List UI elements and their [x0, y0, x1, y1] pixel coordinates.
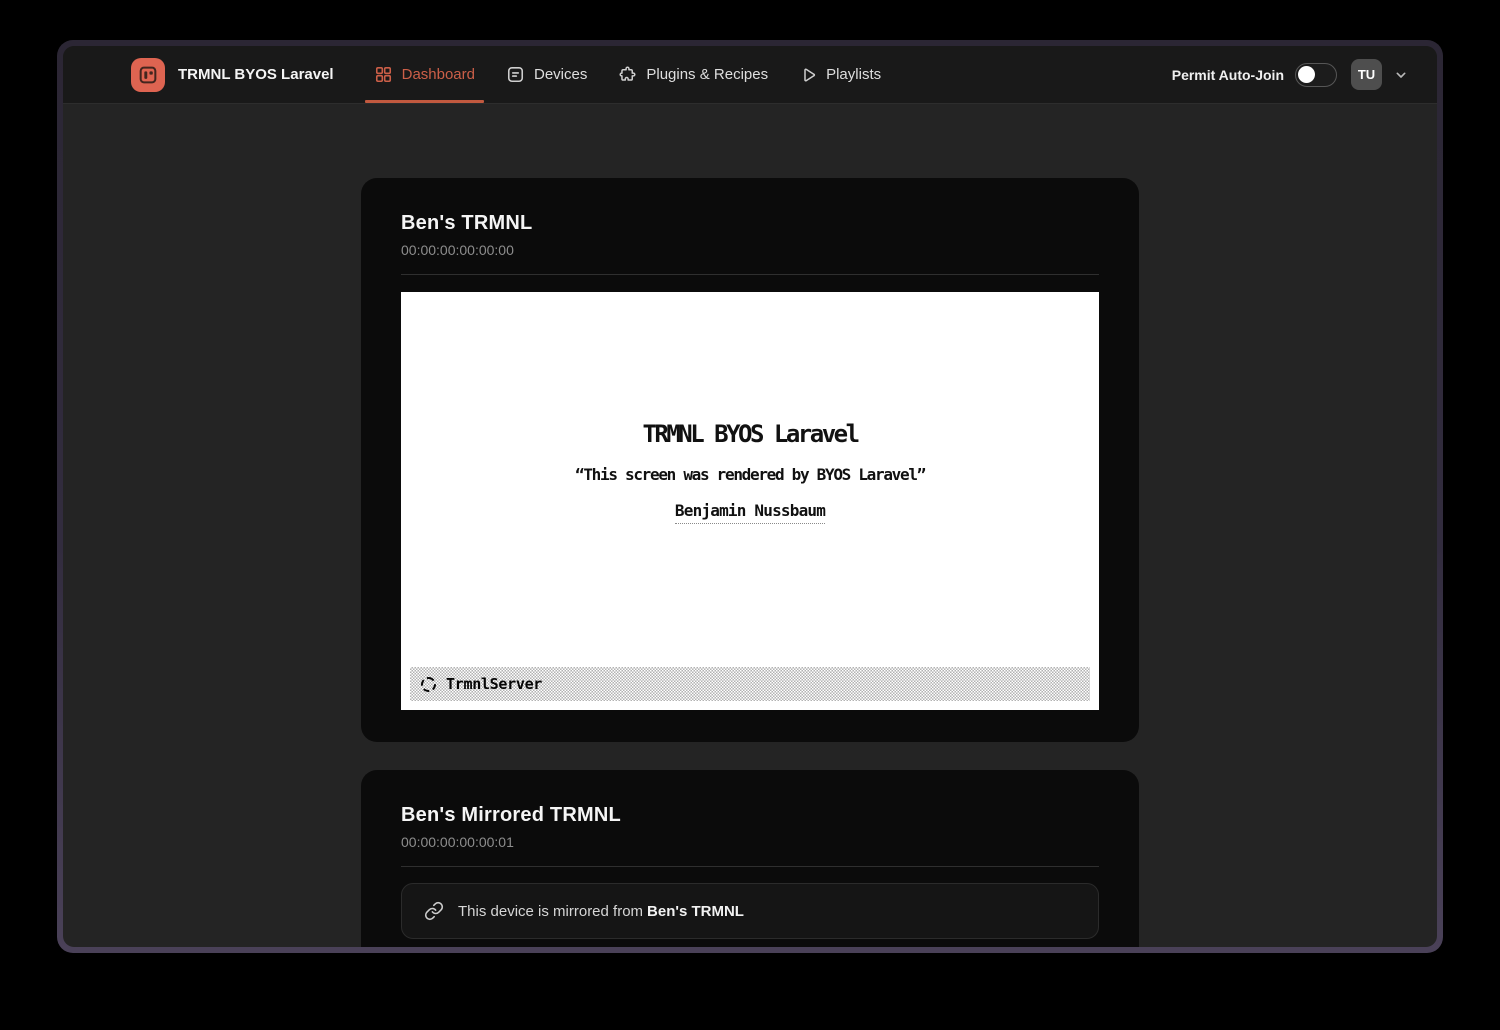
nav-item-plugins-recipes[interactable]: Plugins & Recipes — [616, 46, 770, 103]
link-icon — [424, 901, 444, 921]
app-title: TRMNL BYOS Laravel — [178, 66, 334, 83]
nav-item-dashboard[interactable]: Dashboard — [372, 46, 477, 103]
spinner-icon — [421, 677, 436, 692]
nav-item-label: Devices — [534, 66, 587, 83]
device-card-bens-trmnl: Ben's TRMNL 00:00:00:00:00:00 TRMNL BYOS… — [361, 178, 1139, 742]
grid-icon — [374, 65, 393, 84]
screen-status-label: TrmnlServer — [446, 675, 542, 693]
nav-item-devices[interactable]: Devices — [504, 46, 589, 103]
device-card-bens-mirrored-trmnl: Ben's Mirrored TRMNL 00:00:00:00:00:01 T… — [361, 770, 1139, 947]
device-screen-preview: TRMNL BYOS Laravel “This screen was rend… — [401, 292, 1099, 710]
permit-autojoin-label: Permit Auto-Join — [1172, 67, 1284, 83]
screen-status-bar: TrmnlServer — [410, 667, 1090, 701]
top-navbar: TRMNL BYOS Laravel Dashboard — [63, 46, 1437, 104]
device-name: Ben's TRMNL — [401, 212, 1099, 235]
device-mac-address: 00:00:00:00:00:00 — [401, 242, 1099, 258]
chevron-down-icon — [1393, 67, 1409, 83]
user-menu-button[interactable] — [1393, 67, 1409, 83]
permit-autojoin-toggle[interactable] — [1295, 63, 1337, 87]
device-mac-address: 00:00:00:00:00:01 — [401, 834, 1099, 850]
divider — [401, 866, 1099, 867]
navbar-right: Permit Auto-Join TU — [1172, 59, 1409, 90]
mirror-notice: This device is mirrored fromBen's TRMNL — [401, 883, 1099, 939]
nav-item-label: Dashboard — [402, 66, 475, 83]
device-display-icon — [506, 65, 525, 84]
puzzle-icon — [618, 65, 637, 84]
app-window-content: TRMNL BYOS Laravel Dashboard — [63, 46, 1437, 947]
screen-author: Benjamin Nussbaum — [675, 501, 825, 524]
main-content: Ben's TRMNL 00:00:00:00:00:00 TRMNL BYOS… — [63, 104, 1437, 947]
nav-item-label: Playlists — [826, 66, 881, 83]
mirror-notice-text: This device is mirrored fromBen's TRMNL — [458, 903, 744, 920]
mirror-source-device: Ben's TRMNL — [647, 903, 744, 920]
mirror-notice-prefix: This device is mirrored from — [458, 903, 643, 920]
nav-item-playlists[interactable]: Playlists — [797, 46, 883, 103]
divider — [401, 274, 1099, 275]
toggle-knob — [1298, 66, 1315, 83]
trmnl-device-icon — [137, 64, 159, 86]
trmnl-logo[interactable] — [131, 58, 165, 92]
nav-item-label: Plugins & Recipes — [646, 66, 768, 83]
screen-quote: “This screen was rendered by BYOS Larave… — [575, 465, 925, 484]
user-avatar[interactable]: TU — [1351, 59, 1382, 90]
screen-heading: TRMNL BYOS Laravel — [642, 420, 857, 448]
play-icon — [799, 66, 817, 84]
app-window: TRMNL BYOS Laravel Dashboard — [57, 40, 1443, 953]
main-nav: Dashboard Devices — [372, 46, 884, 103]
device-name: Ben's Mirrored TRMNL — [401, 804, 1099, 827]
